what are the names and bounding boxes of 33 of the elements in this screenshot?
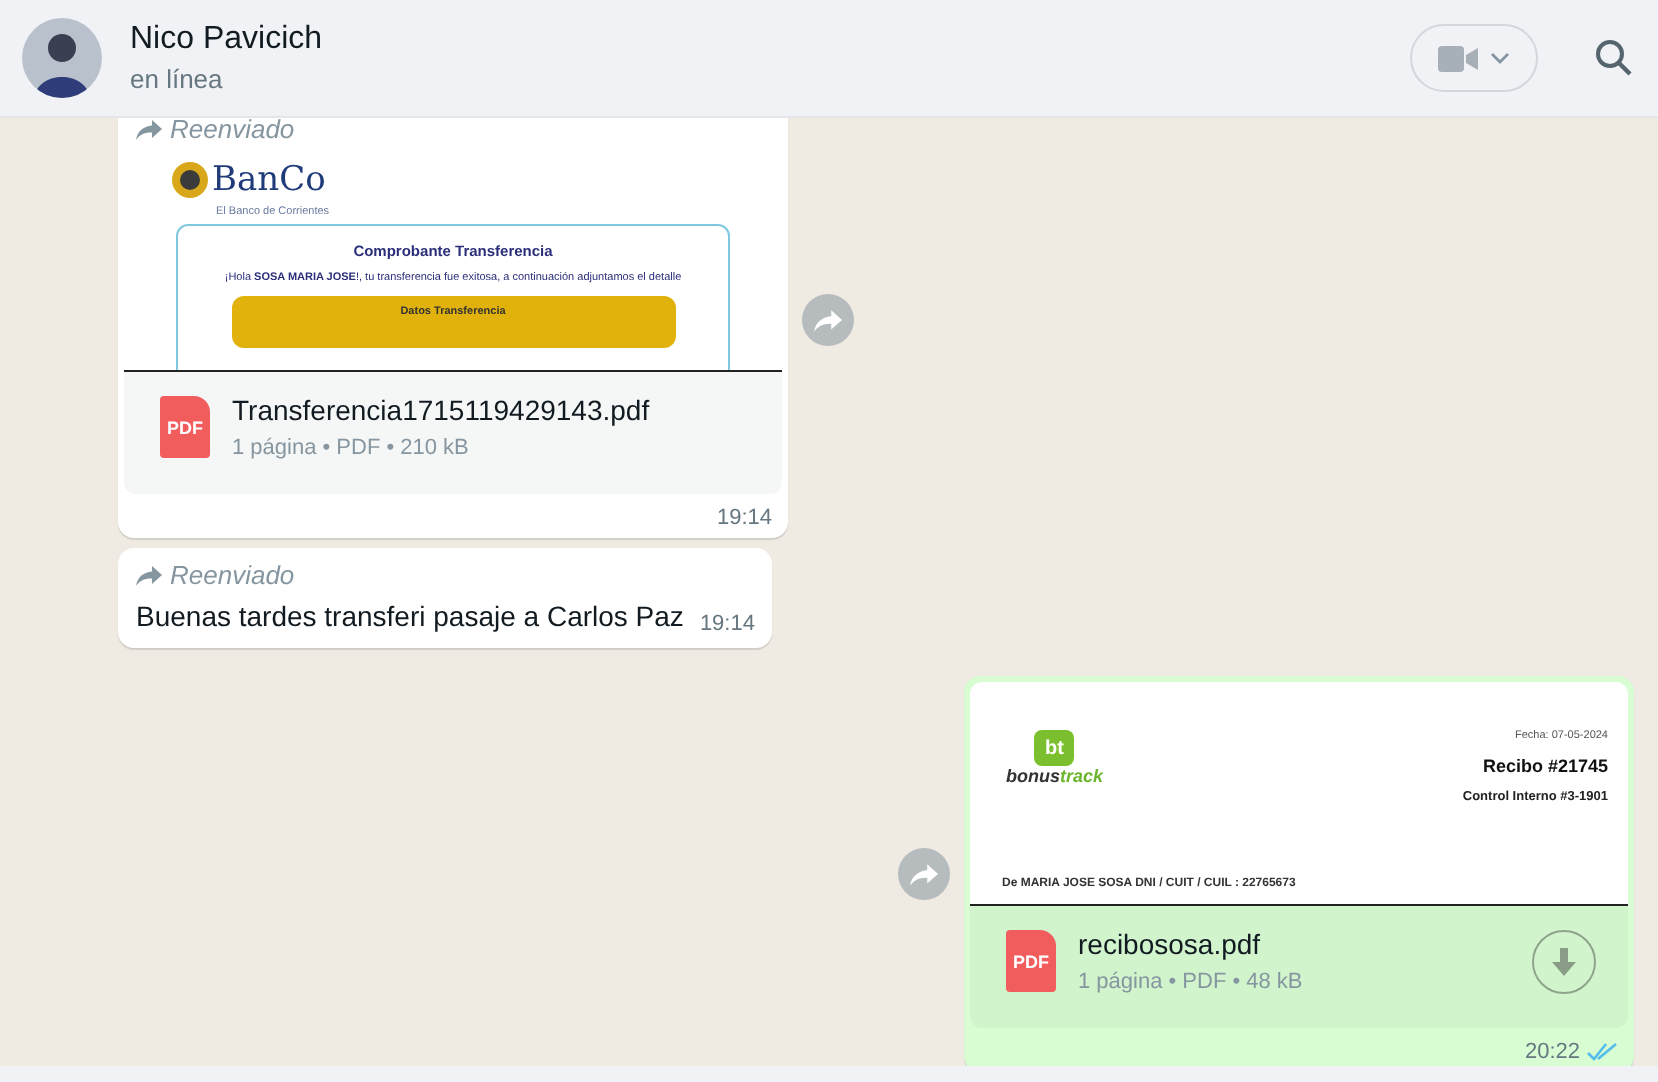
contact-status: en línea xyxy=(130,64,225,94)
logo-badge: bt xyxy=(1034,730,1075,766)
bank-logo-text: BanCo xyxy=(212,162,326,198)
file-name: recibososa.pdf xyxy=(1078,928,1263,960)
pdf-file-icon: PDF xyxy=(160,396,210,458)
contact-avatar[interactable] xyxy=(22,18,102,98)
forward-arrow-icon xyxy=(910,863,938,885)
forwarded-label: Reenviado xyxy=(170,118,295,144)
forward-arrow-icon xyxy=(136,119,162,139)
download-arrow-icon xyxy=(1552,947,1576,975)
receipt-title: Recibo #21745 xyxy=(1482,756,1608,776)
forward-button[interactable] xyxy=(898,848,950,900)
logo-icon xyxy=(172,162,208,198)
contact-name: Nico Pavicich xyxy=(130,22,325,58)
file-name: Transferencia1715119429143.pdf xyxy=(232,394,652,426)
search-icon[interactable] xyxy=(1594,38,1634,78)
document-attachment[interactable] xyxy=(124,148,782,494)
message-time: 19:14 xyxy=(716,506,772,530)
brand-logo-text: bonustrack xyxy=(1006,766,1104,786)
video-call-button[interactable] xyxy=(1410,24,1538,92)
forward-button[interactable] xyxy=(802,294,854,346)
forward-arrow-icon xyxy=(814,309,842,331)
file-details: 1 página • PDF • 48 kB xyxy=(1078,970,1305,994)
message-time: 19:14 xyxy=(699,612,755,636)
pdf-file-icon: PDF xyxy=(1006,930,1056,992)
message-time: 20:22 xyxy=(1524,1040,1580,1064)
message-text: Buenas tardes transferi pasaje a Carlos Paz xyxy=(136,598,684,636)
file-details: 1 página • PDF • 210 kB xyxy=(232,436,471,460)
forwarded-label: Reenviado xyxy=(170,560,295,590)
chevron-down-icon xyxy=(1490,52,1510,64)
video-camera-icon xyxy=(1438,45,1478,71)
forward-arrow-icon xyxy=(136,565,162,585)
download-button[interactable] xyxy=(1532,929,1596,993)
